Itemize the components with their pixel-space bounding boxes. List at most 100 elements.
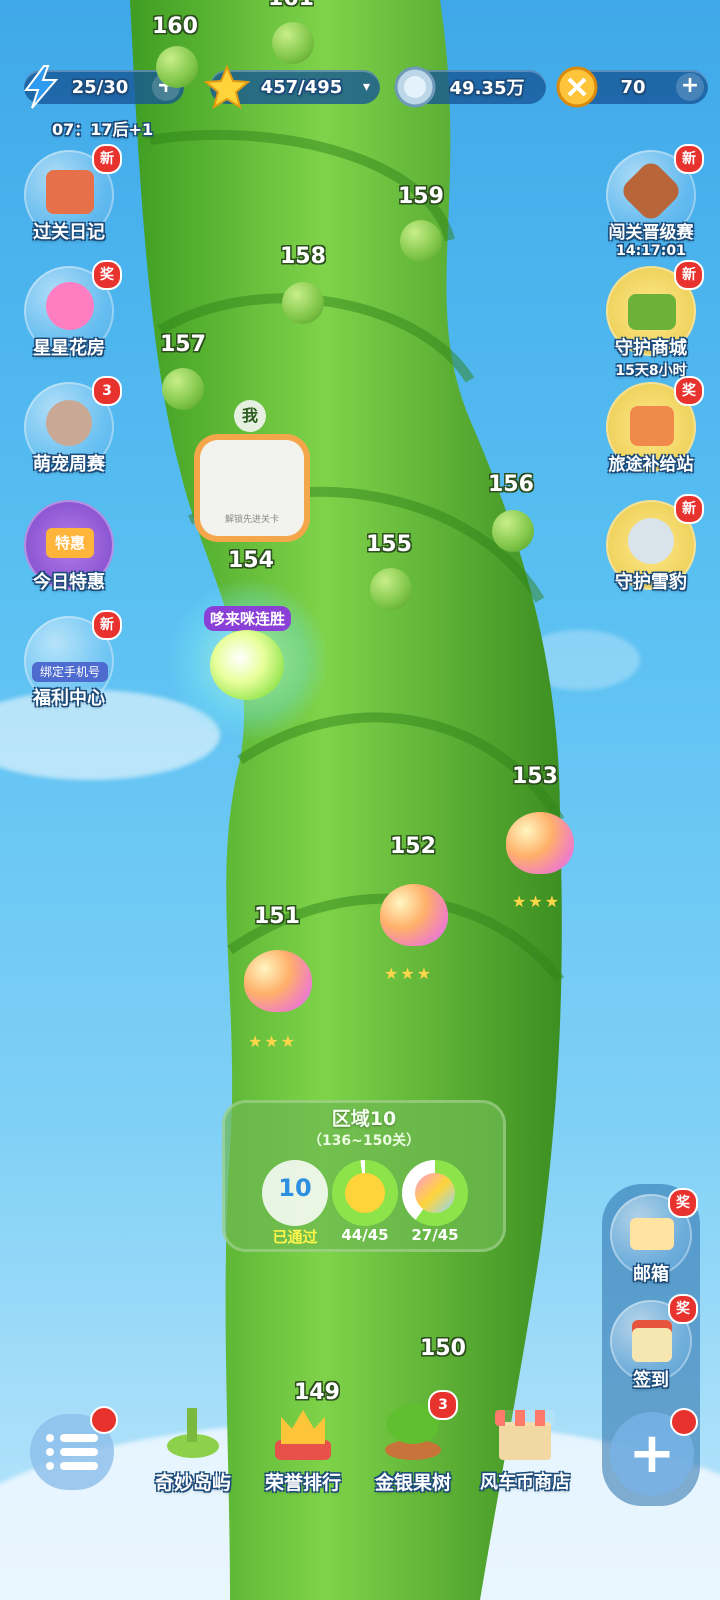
zone-badge: 10 [278, 1174, 312, 1202]
checkin-label: 签到 [633, 1370, 669, 1391]
side-btn-pet-week[interactable]: 3 萌宠周赛 [14, 376, 124, 492]
gold-coin-icon [556, 66, 598, 108]
level-number: 153 [512, 764, 558, 789]
stars-dropdown[interactable]: ▾ [363, 79, 370, 95]
badge-reward: 奖 [674, 376, 704, 406]
level-number: 159 [398, 184, 444, 209]
side-btn-label: 星星花房 [33, 338, 105, 359]
level-node[interactable] [244, 950, 312, 1012]
side-btn-flower-house[interactable]: 奖 星星花房 [14, 260, 124, 376]
gold-coin-bar[interactable]: 70 + [556, 66, 708, 108]
lightning-icon [24, 65, 59, 109]
add-gold-button[interactable]: + [676, 73, 704, 101]
current-level-node[interactable] [210, 630, 284, 700]
side-btn-snow-leopard[interactable]: 新 守护雪豹 [596, 494, 706, 610]
badge-new: 新 [674, 144, 704, 174]
badge-count: 3 [92, 376, 122, 406]
level-node[interactable] [506, 812, 574, 874]
level-node[interactable] [272, 22, 314, 64]
side-btn-label: 旅途补给站 [608, 455, 694, 475]
rainbow-star-icon [402, 1160, 468, 1226]
side-btn-label: 过关日记 [33, 222, 105, 243]
level-stars: ★★★ [512, 892, 562, 911]
level-number: 161 [268, 0, 314, 11]
zone-rainbow: 27/45 [411, 1226, 459, 1244]
level-number: 150 [420, 1336, 466, 1361]
nav-label: 荣誉排行 [264, 1472, 341, 1494]
level-node[interactable] [156, 46, 198, 88]
zone-stars: 44/45 [341, 1226, 389, 1244]
welfare-inner-label: 绑定手机号 [32, 662, 108, 682]
level-node[interactable] [370, 568, 412, 610]
level-node[interactable] [282, 282, 324, 324]
mailbox-label: 邮箱 [633, 1264, 669, 1285]
zone-cleared: 已通过 [272, 1228, 318, 1246]
level-number: 158 [280, 244, 326, 269]
silver-coin-icon [394, 66, 436, 108]
expand-plus-button[interactable]: + [610, 1408, 698, 1496]
menu-button[interactable] [30, 1406, 118, 1490]
store-icon [483, 1400, 567, 1464]
zone-summary-panel[interactable]: 区域10 （136~150关） 10 已通过 44/45 27/45 [222, 1100, 506, 1252]
level-stars: ★★★ [248, 1032, 298, 1051]
star-icon [204, 64, 250, 110]
cloud-badge-icon: 10 [262, 1160, 328, 1226]
red-dot [90, 1406, 118, 1434]
side-btn-label: 今日特惠 [33, 572, 105, 593]
energy-timer: 07：17后+1 [52, 120, 154, 139]
level-node[interactable] [492, 510, 534, 552]
game-scene: 25/30 + 07：17后+1 457/495 ▾ 49.35万 70 + 新… [0, 0, 720, 1600]
zone-title: 区域10 [331, 1108, 397, 1130]
level-number: 160 [152, 14, 198, 39]
level-number: 152 [390, 834, 436, 859]
side-btn-label: 守护商城 [615, 338, 687, 359]
side-btn-diary[interactable]: 新 过关日记 [14, 144, 124, 260]
badge-new: 新 [92, 144, 122, 174]
badge-reward: 奖 [668, 1294, 698, 1324]
level-number: 157 [160, 332, 206, 357]
checkin-button[interactable]: 奖 签到 [596, 1294, 706, 1410]
side-btn-promotion-race[interactable]: 新 闯关晋级赛 14:17:01 [596, 144, 706, 260]
avatar-frame-text: 解锁先进关卡 [224, 515, 279, 525]
badge-count: 3 [428, 1390, 458, 1420]
badge-new: 新 [674, 260, 704, 290]
player-avatar[interactable]: 解锁先进关卡 [200, 440, 304, 536]
side-btn-supply-station[interactable]: 奖 旅途补给站 [596, 376, 706, 492]
red-dot [670, 1408, 698, 1436]
crown-icon [261, 1400, 345, 1464]
gold-coin-value: 70 [620, 76, 646, 98]
level-number: 155 [366, 532, 412, 557]
level-node[interactable] [400, 220, 442, 262]
zone-range: （136~150关） [307, 1133, 421, 1149]
nav-label: 奇妙岛屿 [154, 1472, 231, 1494]
island-icon [151, 1400, 235, 1464]
nav-windmill-shop[interactable]: 风车币商店 [470, 1400, 580, 1494]
plus-icon: + [628, 1421, 676, 1486]
stars-bar[interactable]: 457/495 ▾ [204, 64, 380, 110]
level-stars: ★★★ [384, 964, 434, 983]
star-icon [332, 1160, 398, 1226]
badge-reward: 奖 [668, 1188, 698, 1218]
level-node[interactable] [162, 368, 204, 410]
badge-reward: 奖 [92, 260, 122, 290]
stars-value: 457/495 [260, 76, 343, 98]
nav-fruit-tree[interactable]: 3 金银果树 [358, 1390, 468, 1495]
side-btn-welfare[interactable]: 绑定手机号 新 福利中心 [14, 610, 124, 726]
level-node[interactable] [380, 884, 448, 946]
silver-coin-value: 49.35万 [449, 78, 525, 99]
level-number: 154 [228, 548, 274, 573]
silver-coin-bar[interactable]: 49.35万 [394, 66, 546, 108]
streak-tag: 哆来咪连胜 [204, 606, 292, 631]
nav-label: 金银果树 [374, 1472, 451, 1494]
nav-island[interactable]: 奇妙岛屿 [138, 1400, 248, 1495]
level-number: 151 [254, 904, 300, 929]
side-btn-label: 萌宠周赛 [33, 454, 105, 475]
side-btn-label: 守护雪豹 [615, 572, 687, 593]
me-bubble: 我 [234, 400, 266, 432]
nav-ranking[interactable]: 荣誉排行 [248, 1400, 358, 1495]
side-btn-label: 福利中心 [33, 688, 105, 709]
mailbox-button[interactable]: 奖 邮箱 [596, 1188, 706, 1304]
side-btn-guard-mall[interactable]: 新 守护商城 15天8小时 [596, 260, 706, 379]
side-btn-daily-deal[interactable]: 特惠 今日特惠 [14, 500, 124, 610]
countdown: 14:17:01 [616, 243, 686, 259]
